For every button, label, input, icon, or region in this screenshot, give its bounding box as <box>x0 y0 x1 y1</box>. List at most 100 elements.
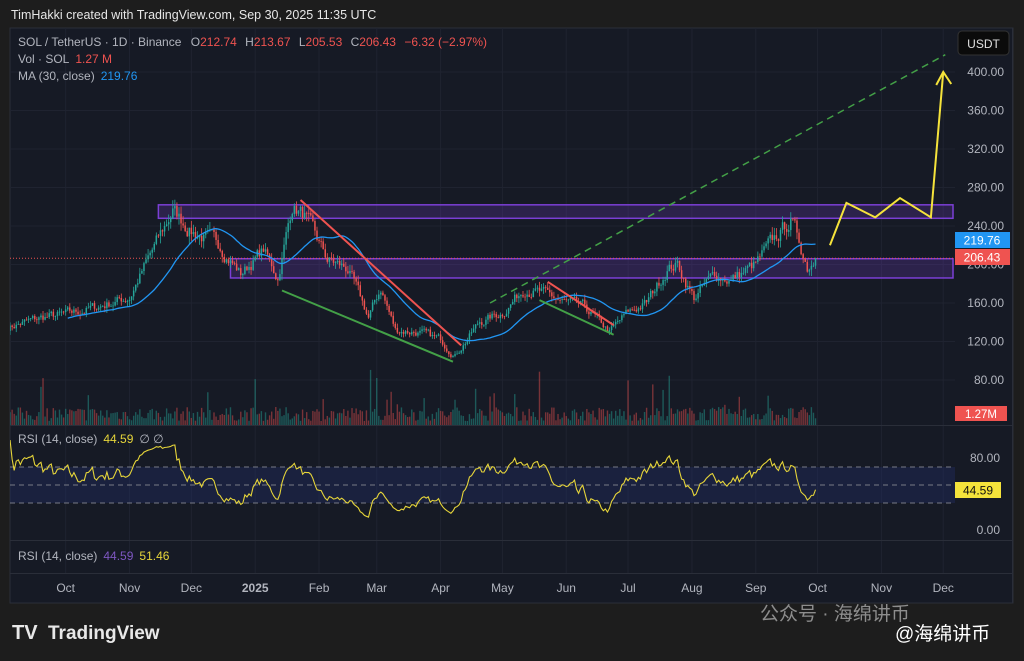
volume-bar <box>802 407 804 425</box>
time-axis-label: Feb <box>309 581 330 595</box>
rsi-legend[interactable]: RSI (14, close) 44.59 ∅ ∅ <box>18 432 164 446</box>
candle-body <box>128 299 131 302</box>
volume-bar <box>792 408 794 425</box>
volume-bar <box>211 419 213 425</box>
candle-body <box>231 260 234 264</box>
volume-bar <box>25 410 28 425</box>
candle-body <box>505 313 508 317</box>
change-value: −6.32 (−2.97%) <box>404 35 487 49</box>
volume-bar <box>767 395 769 425</box>
volume-bar <box>551 407 553 425</box>
candle-body <box>285 232 287 245</box>
volume-bar <box>769 408 771 425</box>
volume-bar <box>110 413 112 425</box>
candle-body <box>526 294 528 297</box>
candle-body <box>336 260 339 263</box>
price-axis-label: 120.00 <box>967 335 1004 349</box>
ma-price-tag-label: 219.76 <box>964 234 1001 248</box>
chart-canvas[interactable]: TimHakki created with TradingView.com, S… <box>0 0 1024 661</box>
volume-bar <box>102 415 104 425</box>
volume-bar <box>592 410 594 425</box>
high-label: H <box>245 35 254 49</box>
candle-body <box>359 285 362 297</box>
candle-body <box>340 263 343 266</box>
candle-body <box>167 222 170 225</box>
volume-bar <box>151 408 153 425</box>
candle-body <box>252 260 254 270</box>
candle-body <box>279 274 281 281</box>
candle-body <box>106 302 108 309</box>
candle-body <box>155 235 158 244</box>
last-price-tag-label: 206.43 <box>964 251 1001 265</box>
volume-bar <box>301 409 304 425</box>
volume-bar <box>474 388 477 425</box>
volume-label[interactable]: Vol · SOL <box>18 52 70 66</box>
candle-body <box>394 323 397 328</box>
volume-bar <box>672 413 675 425</box>
volume-bar <box>621 415 623 425</box>
volume-bar <box>332 411 335 425</box>
candle-body <box>643 300 646 304</box>
candle-body <box>647 297 650 303</box>
volume-bar <box>724 404 726 425</box>
volume-bar <box>262 420 265 425</box>
volume-bar <box>534 416 537 425</box>
currency-button-label[interactable]: USDT <box>967 37 1000 51</box>
candle-body <box>573 296 576 298</box>
ma-label[interactable]: MA (30, close) <box>18 69 95 83</box>
volume-bar <box>71 410 73 425</box>
volume-bar <box>658 411 660 425</box>
volume-bar <box>363 420 366 425</box>
volume-bar <box>728 408 730 425</box>
volume-bar <box>266 419 269 425</box>
rsi-extra: ∅ ∅ <box>139 432 163 446</box>
volume-bar <box>390 391 392 425</box>
rsi2-legend[interactable]: RSI (14, close) 44.59 51.46 <box>18 549 170 563</box>
tradingview-logo-mark: TV <box>12 622 38 644</box>
candle-body <box>549 289 551 293</box>
candle-body <box>565 299 568 301</box>
volume-bar <box>205 417 207 425</box>
candle-body <box>812 265 815 267</box>
volume-bar <box>540 417 543 425</box>
candle-body <box>417 332 419 336</box>
volume-bar <box>77 408 79 425</box>
candle-body <box>141 270 143 274</box>
symbol-label[interactable]: SOL / TetherUS · 1D · Binance <box>18 35 182 49</box>
volume-bar <box>703 409 705 425</box>
high-value: 213.67 <box>254 35 291 49</box>
volume-bar <box>400 407 403 425</box>
candle-body <box>373 299 376 303</box>
volume-bar <box>532 412 534 425</box>
volume-bar <box>145 418 147 425</box>
candle-body <box>23 319 26 322</box>
candle-body <box>792 218 794 220</box>
candle-body <box>165 224 168 227</box>
volume-bar <box>594 417 596 425</box>
candle-body <box>15 324 17 329</box>
candle-body <box>190 227 193 235</box>
volume-bar <box>812 412 815 425</box>
candle-body <box>785 228 788 232</box>
rsi2-label: RSI (14, close) <box>18 549 97 563</box>
volume-bar <box>734 411 736 425</box>
candle-body <box>237 268 240 271</box>
volume-bar <box>423 398 425 425</box>
volume-bar <box>670 408 673 425</box>
ma-value: 219.76 <box>101 69 138 83</box>
volume-bar <box>336 413 339 425</box>
volume-bar <box>376 377 378 425</box>
candle-body <box>110 305 112 307</box>
candle-body <box>159 230 162 236</box>
volume-bar <box>526 420 528 425</box>
candle-body <box>456 353 458 355</box>
candle-body <box>242 273 244 276</box>
candle-body <box>60 311 63 313</box>
candle-body <box>472 328 475 333</box>
candle-body <box>435 335 438 337</box>
candle-body <box>761 250 763 257</box>
candle-body <box>522 295 524 297</box>
volume-bar <box>647 417 650 425</box>
time-axis-label: Dec <box>933 581 954 595</box>
candle-body <box>408 332 411 335</box>
